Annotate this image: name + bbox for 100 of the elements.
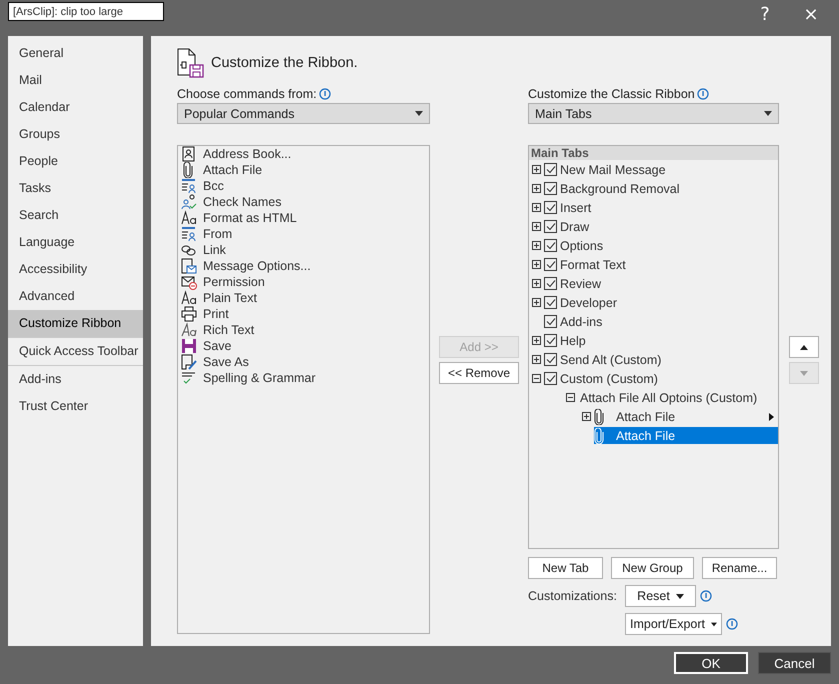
checkbox[interactable] [544,296,557,309]
tree-item[interactable]: Attach File All Optoins (Custom) [580,390,758,404]
checkbox[interactable] [544,372,557,385]
expand-toggle[interactable] [532,298,541,307]
envelope-page-icon [181,258,197,274]
contact-card-icon [181,178,197,194]
sidebar-item[interactable]: Calendar [8,94,143,121]
sidebar-item[interactable]: Language [8,229,143,256]
expand-toggle[interactable] [532,279,541,288]
expand-toggle[interactable] [532,203,541,212]
import-export-button[interactable]: Import/Export [625,613,722,635]
tree-item[interactable]: Developer [560,296,617,310]
command-item[interactable]: Print [203,307,229,321]
collapse-toggle[interactable] [566,393,575,402]
sidebar-item[interactable]: Advanced [8,283,143,310]
tree-item[interactable]: Background Removal [560,182,680,196]
checkbox[interactable] [544,239,557,252]
command-item[interactable]: Message Options... [203,259,311,273]
tree-item[interactable]: Custom (Custom) [560,372,658,386]
tree-action-button[interactable]: New Group [611,557,694,579]
checkbox[interactable] [544,163,557,176]
command-item[interactable]: Save As [203,355,249,369]
checkbox[interactable] [544,334,557,347]
sidebar-item[interactable]: Add-ins [8,365,143,393]
tree-item[interactable]: Send Alt (Custom) [560,352,662,366]
checkbox[interactable] [544,315,557,328]
sidebar-item[interactable]: Search [8,202,143,229]
command-item[interactable]: Format as HTML [203,211,297,225]
command-item[interactable]: Spelling & Grammar [203,371,316,385]
command-item[interactable]: Rich Text [203,323,254,337]
tree-item[interactable]: Format Text [560,258,626,272]
caret-icon [415,111,423,116]
tree-item[interactable]: Add-ins [560,314,602,328]
title-field[interactable]: [ArsClip]: clip too large [8,2,164,21]
command-item[interactable]: From [203,227,232,241]
command-item[interactable]: Link [203,243,226,257]
field-label: Choose commands from: [177,86,317,100]
tree-item[interactable]: Attach File [594,408,778,425]
address-book-icon [181,146,197,162]
info-icon[interactable] [696,88,709,100]
remove-button[interactable]: << Remove [439,362,519,384]
italic-font-icon [181,322,197,338]
command-item[interactable]: Save [203,339,232,353]
tree-item[interactable]: Attach File [594,427,778,444]
cancel-button[interactable]: Cancel [758,652,831,674]
expand-toggle[interactable] [582,412,591,421]
sidebar-item[interactable]: Mail [8,67,143,94]
tree-action-button[interactable]: Rename... [702,557,777,579]
envelope-block-icon [181,274,197,290]
expand-toggle[interactable] [532,355,541,364]
checkbox[interactable] [544,201,557,214]
paperclip-icon [594,428,604,444]
tree-item[interactable]: Draw [560,220,590,234]
checkbox[interactable] [544,182,557,195]
reset-button[interactable]: Reset [625,585,696,607]
expand-toggle[interactable] [532,241,541,250]
checkbox[interactable] [544,258,557,271]
tree-item[interactable]: Review [560,276,601,290]
tree-item[interactable]: New Mail Message [560,162,666,176]
ribbon-dropdown[interactable]: Main Tabs [528,103,779,124]
sidebar-item[interactable]: Tasks [8,175,143,202]
sidebar-item[interactable]: People [8,148,143,175]
checkbox[interactable] [544,220,557,233]
checkbox[interactable] [544,277,557,290]
command-item[interactable]: Plain Text [203,291,257,305]
command-item[interactable]: Address Book... [203,147,292,161]
paperclip-icon [594,408,604,424]
command-item[interactable]: Bcc [203,179,224,193]
tree-item[interactable]: Insert [560,200,592,214]
command-item[interactable]: Check Names [203,195,282,209]
caret-icon [676,594,684,598]
sidebar-item[interactable]: General [8,40,143,67]
info-icon[interactable] [318,88,331,100]
commands-dropdown[interactable]: Popular Commands [177,103,430,124]
collapse-toggle[interactable] [532,374,541,383]
sidebar-item[interactable]: Trust Center [8,393,143,420]
help-button[interactable]: ? [745,2,785,26]
checkbox[interactable] [544,353,557,366]
tree-item[interactable]: Options [560,238,604,252]
tree-action-button[interactable]: New Tab [528,557,603,579]
command-item[interactable]: Attach File [203,163,262,177]
font-icon [181,210,197,226]
info-icon[interactable] [726,618,738,630]
expand-toggle[interactable] [532,222,541,231]
sidebar-item[interactable]: Accessibility [8,256,143,283]
sidebar-item[interactable]: Customize Ribbon [8,310,143,337]
move-up-button[interactable] [789,336,819,358]
sidebar-item[interactable]: Quick Access Toolbar [8,337,143,365]
close-button[interactable]: × [791,2,831,26]
expand-toggle[interactable] [532,165,541,174]
expand-toggle[interactable] [532,260,541,269]
expand-toggle[interactable] [532,184,541,193]
tree-header: Main Tabs [529,146,778,160]
info-icon[interactable] [700,590,712,602]
expand-toggle[interactable] [532,336,541,345]
people-check-icon [181,194,197,210]
command-item[interactable]: Permission [203,275,265,289]
ok-button[interactable]: OK [674,652,748,674]
tree-item[interactable]: Help [560,334,586,348]
sidebar-item[interactable]: Groups [8,121,143,148]
